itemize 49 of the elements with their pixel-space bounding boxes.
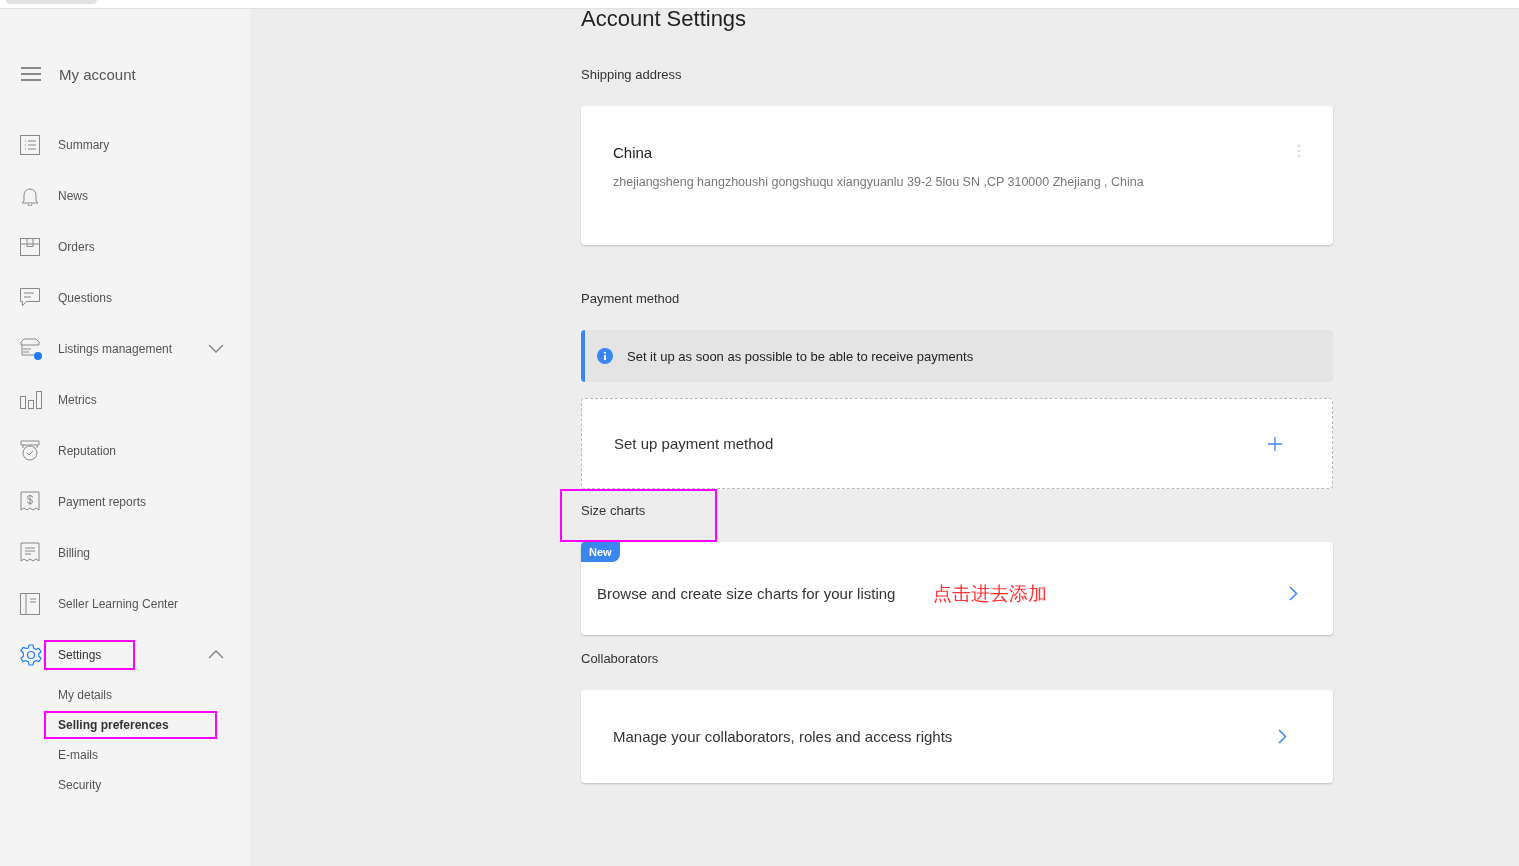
sidebar-item[interactable]: Payment reports	[44, 486, 181, 517]
link-card[interactable]: New Browse and create size charts for your listing 点击进去添加	[581, 542, 1333, 635]
sidebar-item[interactable]: Summary	[44, 129, 144, 160]
info-text: Set it up as soon as possible to be able to receive payments	[627, 348, 974, 364]
box-icon	[20, 237, 40, 256]
plus-icon	[1268, 436, 1282, 451]
store-icon	[20, 337, 42, 360]
sidebar-subitem[interactable]: Selling preferences	[44, 711, 217, 739]
setup-payment-button[interactable]: Set up payment method	[581, 398, 1333, 489]
book-icon	[20, 592, 40, 615]
invoice-icon	[20, 541, 40, 564]
link-text: Browse and create size charts for your listing	[597, 585, 896, 602]
sidebar-item[interactable]: Reputation	[44, 435, 151, 466]
sidebar-item[interactable]: Questions	[44, 282, 147, 313]
bars-icon	[20, 390, 42, 409]
sidebar-item[interactable]: News	[44, 180, 122, 211]
address-country: China	[613, 144, 654, 161]
section-heading: Collaborators	[580, 650, 660, 668]
list-icon	[20, 134, 40, 155]
sidebar-item[interactable]: Settings	[44, 639, 136, 670]
section-heading: Payment method	[580, 290, 681, 308]
sidebar-item[interactable]: Seller Learning Center	[44, 588, 213, 619]
sidebar-subitem[interactable]: E-mails	[44, 741, 146, 769]
address-text: zhejiangsheng hangzhoushi gongshuqu xiangyuanlu 39-2 5lou SN ,CP 310000 Zhejiang , China	[613, 175, 1144, 189]
receipt-icon	[20, 490, 40, 513]
link-text: Manage your collaborators, roles and access rights	[613, 728, 953, 745]
bell-icon	[20, 185, 40, 206]
sidebar-item[interactable]: Orders	[44, 231, 129, 262]
badge-icon	[20, 439, 40, 462]
info-icon	[597, 348, 613, 364]
annotation-text: 点击进去添加	[933, 581, 1048, 606]
settings-icon	[20, 643, 42, 666]
menu-icon[interactable]	[21, 67, 41, 81]
section-heading: Shipping address	[580, 66, 683, 84]
section-heading: Size charts	[560, 489, 718, 542]
page-title: Account Settings	[581, 9, 748, 29]
sidebar-title: My account	[59, 65, 136, 83]
sidebar-subitem[interactable]: Security	[44, 771, 150, 799]
chat-icon	[20, 288, 40, 307]
link-card[interactable]: Manage your collaborators, roles and access rights	[581, 690, 1333, 783]
chevron-down-icon[interactable]	[208, 344, 224, 353]
chevron-right-icon	[1278, 729, 1287, 744]
sidebar-subitem[interactable]: My details	[44, 681, 161, 709]
sidebar-item[interactable]: Listings management	[44, 333, 207, 364]
sidebar-item[interactable]: Metrics	[44, 384, 131, 415]
chevron-up-icon[interactable]	[208, 650, 224, 659]
chevron-right-icon	[1289, 586, 1298, 601]
sidebar-item[interactable]: Billing	[44, 537, 124, 568]
new-badge: New	[581, 542, 620, 562]
